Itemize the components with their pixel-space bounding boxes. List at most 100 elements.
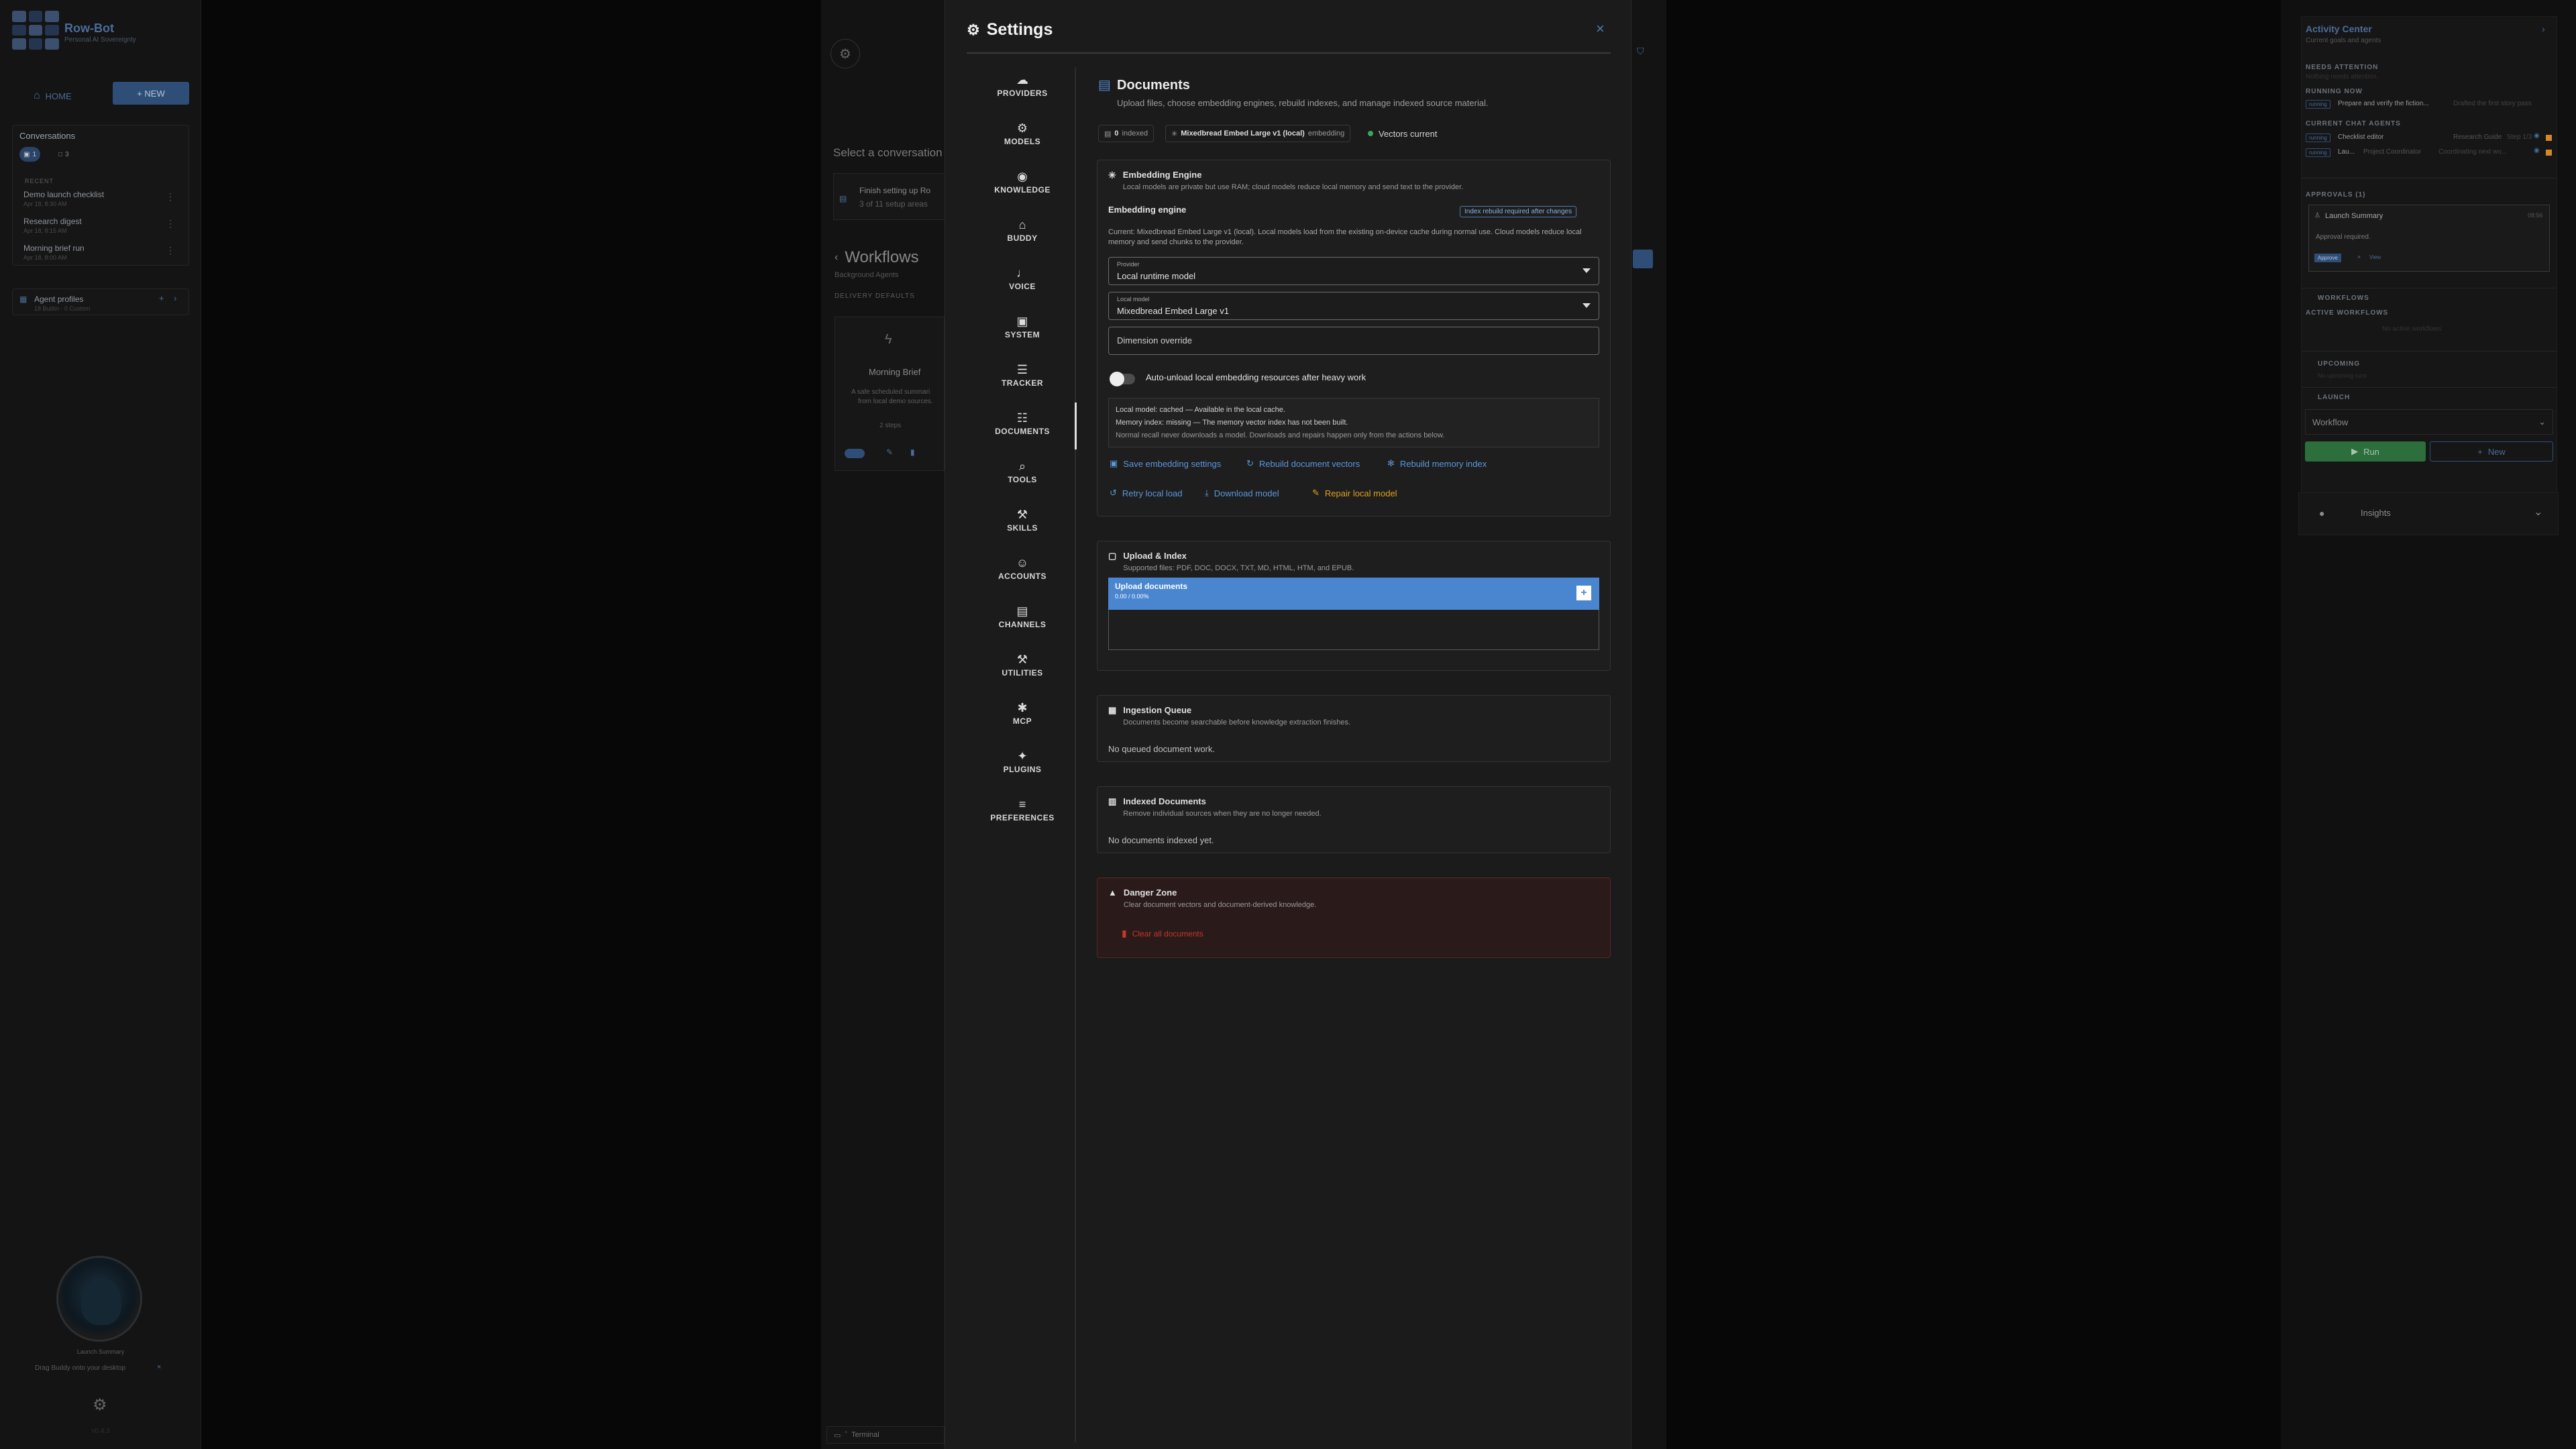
- run-button[interactable]: ▶ Run: [2305, 441, 2426, 462]
- add-file-icon[interactable]: +: [1576, 586, 1591, 600]
- setup-card[interactable]: ▤ Finish setting up Ro 3 of 11 setup are…: [833, 173, 947, 220]
- agent-profiles-title: Agent profiles: [34, 294, 84, 304]
- nav-item-providers[interactable]: ☁ PROVIDERS: [972, 72, 1073, 98]
- agent-profiles-panel[interactable]: ▦ Agent profiles 18 Builtin · 0 Custom +…: [12, 288, 189, 315]
- close-icon[interactable]: ×: [1596, 20, 1605, 38]
- reject-icon[interactable]: ×: [2357, 254, 2361, 260]
- activity-title: Activity Center: [2306, 23, 2372, 34]
- rebuild-memory-button[interactable]: ✻ Rebuild memory index: [1387, 458, 1487, 469]
- settings-gear-icon[interactable]: ⚙: [830, 39, 860, 68]
- running-badge: running: [2306, 100, 2330, 109]
- chevron-right-icon[interactable]: ›: [174, 293, 176, 303]
- more-icon[interactable]: ⋮: [166, 191, 175, 203]
- nav-item-knowledge[interactable]: ◉ KNOWLEDGE: [972, 169, 1073, 195]
- edit-icon[interactable]: ✎: [886, 447, 893, 457]
- auto-unload-toggle[interactable]: [1110, 372, 1135, 386]
- home-button[interactable]: ⌂ HOME: [34, 86, 94, 106]
- indexed-empty: No documents indexed yet.: [1108, 835, 1214, 845]
- save-icon: ▣: [1110, 458, 1118, 468]
- version-label: v0.4.3: [91, 1428, 110, 1435]
- nav-item-tracker[interactable]: ☰ TRACKER: [972, 362, 1073, 388]
- settings-title: ⚙ Settings: [967, 20, 1053, 39]
- ingestion-queue-section: ▦ Ingestion Queue Documents become search…: [1097, 695, 1611, 762]
- insights-panel[interactable]: ● Insights ⌄: [2298, 492, 2559, 535]
- nav-item-voice[interactable]: ♩ VOICE: [972, 266, 1073, 291]
- nav-item-utilities[interactable]: ⚒ UTILITIES: [972, 652, 1073, 678]
- active-workflows-heading: ACTIVE WORKFLOWS: [2306, 309, 2389, 317]
- filter-chat-chip[interactable]: ▣ 1: [19, 147, 41, 162]
- new-conversation-button[interactable]: + NEW: [113, 82, 189, 105]
- download-model-button[interactable]: ⤓ Download model: [1205, 488, 1279, 498]
- conversations-title: Conversations: [19, 131, 76, 141]
- indexed-count-chip: ▤ 0 indexed: [1098, 125, 1155, 142]
- agent-name[interactable]: Lau...: [2338, 148, 2355, 156]
- new-workflow-button[interactable]: + New: [2430, 441, 2553, 462]
- no-active-workflows: No active workflows: [2382, 325, 2442, 333]
- indexed-documents-section: ▥ Indexed Documents Remove individual sou…: [1097, 786, 1611, 853]
- filter-other-chip[interactable]: □ 3: [54, 147, 73, 162]
- caret-down-icon: [1582, 268, 1591, 273]
- approval-time: 08:56: [2528, 212, 2543, 219]
- shield-icon[interactable]: ⛉: [1637, 46, 1644, 57]
- dimension-override-input[interactable]: Dimension override: [1108, 327, 1599, 355]
- setup-icon: ▤: [839, 194, 847, 203]
- chevron-left-icon[interactable]: ‹: [835, 248, 838, 267]
- nav-item-buddy[interactable]: ⌂ BUDDY: [972, 217, 1073, 243]
- conversation-item[interactable]: Demo launch checklist: [23, 190, 104, 199]
- terminal-tab[interactable]: ▭ ˆ Terminal: [826, 1426, 945, 1444]
- rebuild-documents-button[interactable]: ↻ Rebuild document vectors: [1246, 458, 1360, 469]
- add-agent-icon[interactable]: +: [159, 293, 164, 303]
- nav-item-skills[interactable]: ⚒ SKILLS: [972, 507, 1073, 533]
- gear-icon[interactable]: ⚙: [93, 1395, 107, 1415]
- conversation-item[interactable]: Morning brief run: [23, 244, 85, 253]
- nav-item-channels[interactable]: ▤ CHANNELS: [972, 604, 1073, 629]
- provider-select[interactable]: Provider Local runtime model: [1108, 257, 1599, 285]
- more-icon[interactable]: ⋮: [166, 218, 175, 229]
- agent-name[interactable]: Checklist editor: [2338, 133, 2383, 141]
- approve-button[interactable]: Approve: [2314, 254, 2341, 262]
- nav-item-system[interactable]: ▣ SYSTEM: [972, 314, 1073, 339]
- retry-local-load-button[interactable]: ↺ Retry local load: [1110, 488, 1183, 498]
- nav-item-documents[interactable]: ☷ DOCUMENTS: [972, 411, 1073, 436]
- embedding-info-box: Local model: cached — Available in the l…: [1108, 398, 1599, 447]
- workflow-card-desc: A safe scheduled summari: [851, 388, 930, 396]
- activity-center: Activity Center Current goals and agents…: [2301, 16, 2557, 514]
- chevron-down-icon: ⌄: [2538, 417, 2546, 427]
- nav-item-tools[interactable]: ⌕ TOOLS: [972, 459, 1073, 484]
- tools-icon: ⌕: [1018, 460, 1026, 473]
- nav-item-models[interactable]: ⚙ MODELS: [972, 121, 1073, 146]
- chevron-right-icon[interactable]: ›: [2542, 23, 2545, 34]
- nav-item-preferences[interactable]: ≡ PREFERENCES: [972, 797, 1073, 822]
- close-hint-icon[interactable]: ×: [157, 1363, 161, 1371]
- overflow-button[interactable]: [1633, 250, 1653, 268]
- nav-item-accounts[interactable]: ☺ ACCOUNTS: [972, 555, 1073, 581]
- approval-card[interactable]: ♙ Launch Summary 08:56 Approval required…: [2308, 205, 2550, 272]
- workflow-select[interactable]: Workflow ⌄: [2305, 409, 2553, 435]
- danger-zone-section: ▲ Danger Zone Clear document vectors and …: [1097, 877, 1611, 958]
- workflow-card[interactable]: ϟ Morning Brief A safe scheduled summari…: [835, 317, 945, 471]
- refresh-icon: ↻: [1246, 458, 1254, 468]
- delivery-defaults[interactable]: DELIVERY DEFAULTS: [835, 292, 915, 300]
- eye-icon[interactable]: ◉: [2534, 132, 2540, 140]
- trash-icon: ▮: [1122, 928, 1127, 938]
- stop-icon[interactable]: [2546, 150, 2552, 156]
- running-item[interactable]: Prepare and verify the fiction...: [2338, 100, 2429, 107]
- view-link[interactable]: View: [2369, 254, 2381, 260]
- more-icon[interactable]: ⋮: [166, 245, 175, 256]
- workflow-toggle[interactable]: [845, 449, 865, 458]
- stop-icon[interactable]: [2546, 135, 2552, 141]
- nav-item-mcp[interactable]: ✱ MCP: [972, 700, 1073, 726]
- upload-documents-dropzone[interactable]: Upload documents 0.00 / 0.00% +: [1108, 578, 1599, 610]
- buddy-avatar[interactable]: [56, 1256, 142, 1342]
- repair-model-button[interactable]: ✎ Repair local model: [1312, 488, 1397, 498]
- agent-role: Research Guide: [2453, 133, 2502, 141]
- nav-label: MODELS: [1004, 137, 1041, 146]
- clear-documents-button[interactable]: ▮ Clear all documents: [1122, 928, 1203, 939]
- local-model-select[interactable]: Local model Mixedbread Embed Large v1: [1108, 292, 1599, 320]
- nav-label: TOOLS: [1008, 475, 1037, 484]
- eye-icon[interactable]: ◉: [2534, 147, 2540, 154]
- nav-item-plugins[interactable]: ✦ PLUGINS: [972, 749, 1073, 774]
- save-embedding-button[interactable]: ▣ Save embedding settings: [1110, 458, 1221, 469]
- delete-icon[interactable]: ▮: [910, 447, 915, 457]
- conversation-item[interactable]: Research digest: [23, 217, 82, 226]
